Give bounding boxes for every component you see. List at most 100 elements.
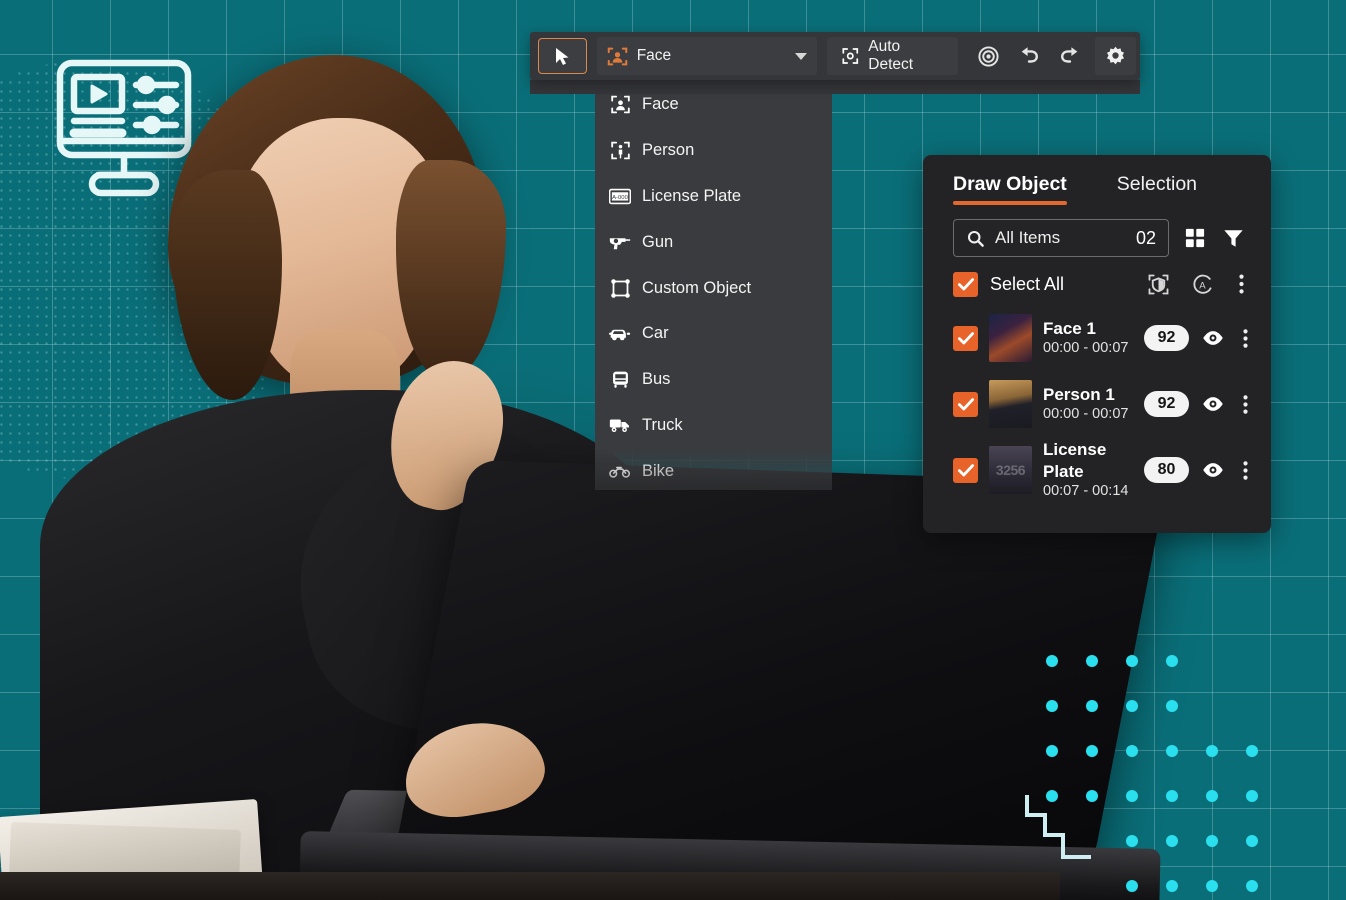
auto-button[interactable]: A (1189, 271, 1215, 297)
item-meta: Face 1 00:00 - 00:07 (1043, 318, 1133, 358)
item-title: Person 1 (1043, 384, 1115, 404)
menu-item-car[interactable]: Car (595, 311, 832, 357)
detected-objects-list: Face 1 00:00 - 00:07 92 Person 1 00:00 -… (923, 305, 1271, 503)
item-checkbox[interactable] (953, 457, 978, 483)
custom-object-icon (609, 277, 631, 299)
object-type-value: Face (636, 47, 672, 64)
cursor-arrow-icon (555, 47, 569, 65)
target-icon (978, 45, 999, 67)
menu-item-label: Gun (642, 232, 674, 251)
kebab-menu-icon (1242, 328, 1248, 348)
menu-item-label: Custom Object (642, 278, 752, 297)
item-count: 02 (1135, 227, 1156, 248)
menu-item-label: Bus (642, 370, 671, 389)
menu-item-label: Bike (642, 461, 675, 480)
kebab-menu-icon (1242, 394, 1248, 414)
item-timerange: 00:07 - 00:14 (1043, 482, 1129, 499)
menu-item-gun[interactable]: Gun (595, 219, 832, 265)
tab-label: Draw Object (953, 173, 1067, 195)
auto-circle-icon: A (1192, 274, 1211, 294)
redact-button[interactable] (1145, 271, 1171, 297)
license-plate-icon: A-000 (609, 185, 631, 207)
menu-item-label: Face (642, 95, 679, 114)
menu-item-label: Truck (642, 415, 683, 434)
tab-selection[interactable]: Selection (1117, 173, 1197, 205)
auto-detect-label: Auto Detect (868, 38, 914, 73)
kebab-menu-icon (1242, 460, 1248, 480)
target-tool-button[interactable] (968, 37, 1009, 75)
panel-tabs: Draw Object Selection (923, 173, 1271, 205)
menu-item-truck[interactable]: Truck (595, 403, 832, 449)
menu-item-label: Car (642, 324, 669, 343)
chevron-down-icon (794, 52, 807, 60)
settings-button[interactable] (1094, 37, 1137, 75)
person-detect-icon (609, 140, 631, 162)
item-visibility-button[interactable] (1200, 391, 1226, 417)
menu-item-label: License Plate (642, 186, 742, 205)
item-more-button[interactable] (1237, 391, 1253, 417)
item-visibility-button[interactable] (1200, 325, 1226, 351)
item-meta: Person 1 00:00 - 00:07 (1043, 384, 1133, 424)
face-detect-icon (609, 94, 631, 116)
item-meta: License Plate 00:07 - 00:14 (1043, 439, 1133, 500)
auto-detect-button[interactable]: Auto Detect (826, 37, 958, 75)
plate-thumbnail-text: 3256 (995, 462, 1026, 478)
list-item[interactable]: Face 1 00:00 - 00:07 92 (923, 305, 1271, 371)
video-editor-monitor-icon (56, 59, 192, 197)
item-timerange: 00:00 - 00:07 (1043, 340, 1129, 357)
menu-item-license-plate[interactable]: A-000 License Plate (595, 174, 832, 220)
auto-detect-frame-icon (842, 48, 858, 64)
checkmark-icon (957, 463, 974, 476)
select-all-checkbox[interactable] (953, 271, 978, 297)
undo-button[interactable] (1009, 37, 1050, 75)
search-input[interactable]: All Items 02 (953, 219, 1169, 257)
select-all-label: Select All (990, 273, 1065, 294)
confidence-badge: 92 (1144, 325, 1189, 351)
gun-icon (609, 231, 631, 253)
item-timerange: 00:00 - 00:07 (1043, 406, 1129, 423)
item-title: License Plate (1043, 440, 1107, 481)
item-title: Face 1 (1043, 318, 1096, 338)
list-item[interactable]: Person 1 00:00 - 00:07 92 (923, 371, 1271, 437)
menu-item-bus[interactable]: Bus (595, 357, 832, 403)
menu-item-custom-object[interactable]: Custom Object (595, 265, 832, 311)
menu-item-bike[interactable]: Bike (595, 448, 832, 494)
toolbar-strip (530, 80, 1140, 94)
app-stage: Face Auto Detect Face Person A-000 Licen… (0, 0, 1346, 900)
eye-visible-icon (1203, 397, 1223, 411)
objects-panel: Draw Object Selection All Items 02 Selec… (923, 155, 1271, 533)
checkmark-icon (957, 331, 974, 344)
item-checkbox[interactable] (953, 391, 978, 417)
confidence-badge: 80 (1144, 457, 1189, 483)
svg-text:A: A (1199, 280, 1206, 291)
menu-item-person[interactable]: Person (595, 128, 832, 174)
decorative-circuit-line (1025, 795, 1091, 859)
menu-item-label: Person (642, 141, 695, 160)
object-type-menu: Face Person A-000 License Plate Gun Cust… (595, 78, 832, 490)
redo-button[interactable] (1050, 37, 1091, 75)
item-visibility-button[interactable] (1200, 457, 1226, 483)
filter-button[interactable] (1221, 226, 1245, 250)
checkmark-icon (957, 277, 974, 290)
person-thumbnail (989, 380, 1032, 428)
kebab-menu-icon (1238, 274, 1244, 294)
license-plate-thumbnail: 3256 (989, 446, 1032, 494)
tab-draw-object[interactable]: Draw Object (953, 173, 1067, 205)
object-type-dropdown[interactable]: Face (596, 37, 817, 75)
bus-icon (609, 369, 631, 391)
item-more-button[interactable] (1237, 457, 1253, 483)
search-icon (967, 230, 984, 247)
undo-arrow-icon (1021, 47, 1039, 63)
grid-view-button[interactable] (1183, 226, 1207, 250)
cursor-tool-button[interactable] (538, 38, 587, 74)
panel-search-row: All Items 02 (953, 219, 1245, 257)
item-more-button[interactable] (1237, 325, 1253, 351)
svg-text:A-000: A-000 (612, 195, 628, 201)
select-all-row: Select All A (953, 271, 1249, 297)
select-all-more-button[interactable] (1233, 271, 1249, 297)
item-checkbox[interactable] (953, 325, 978, 351)
list-item[interactable]: 3256 License Plate 00:07 - 00:14 80 (923, 437, 1271, 503)
car-icon (609, 323, 631, 345)
shield-frame-icon (1148, 274, 1168, 294)
gear-icon (1106, 46, 1124, 64)
